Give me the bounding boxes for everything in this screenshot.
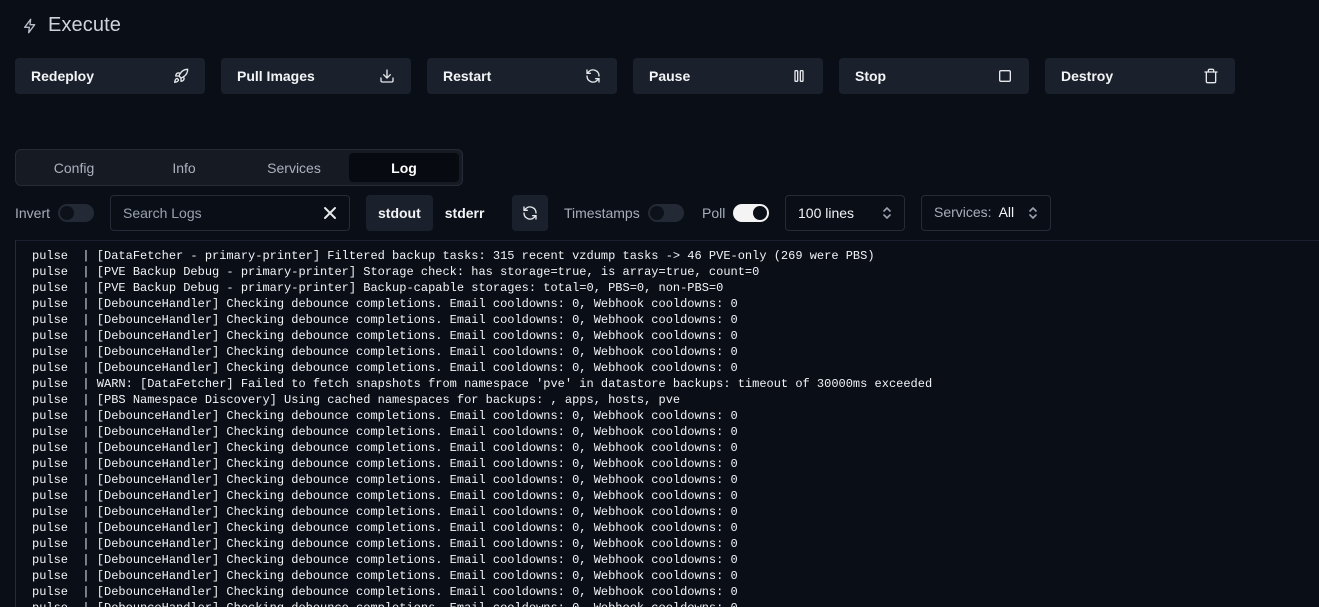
destroy-label: Destroy [1061, 68, 1114, 84]
pause-label: Pause [649, 68, 691, 84]
log-line: pulse | WARN: [DataFetcher] Failed to fe… [32, 377, 933, 391]
stop-button[interactable]: Stop [839, 58, 1029, 94]
restart-label: Restart [443, 68, 492, 84]
log-line: pulse | [DebounceHandler] Checking debou… [32, 569, 738, 583]
log-line: pulse | [DebounceHandler] Checking debou… [32, 505, 738, 519]
tab-info[interactable]: Info [129, 153, 239, 182]
log-line: pulse | [DebounceHandler] Checking debou… [32, 521, 738, 535]
log-line: pulse | [DebounceHandler] Checking debou… [32, 313, 738, 327]
refresh-logs-button[interactable] [512, 195, 548, 231]
services-select[interactable]: Services: All [921, 195, 1051, 231]
poll-control: Poll [702, 194, 770, 232]
clear-search-icon[interactable] [323, 206, 337, 220]
tab-bar: Config Info Services Log [15, 149, 463, 186]
services-value: All [998, 204, 1015, 220]
log-output: pulse | [DataFetcher - primary-printer] … [16, 241, 1319, 607]
log-line: pulse | [DebounceHandler] Checking debou… [32, 329, 738, 343]
log-line: pulse | [DebounceHandler] Checking debou… [32, 441, 738, 455]
log-line: pulse | [PVE Backup Debug - primary-prin… [32, 281, 724, 295]
download-icon [379, 68, 395, 84]
section-header: Execute [22, 14, 121, 37]
lines-control: 100 lines [785, 194, 905, 232]
pull-images-label: Pull Images [237, 68, 315, 84]
log-line: pulse | [DebounceHandler] Checking debou… [32, 345, 738, 359]
chevron-up-down-icon [1028, 207, 1038, 219]
chevron-up-down-icon [882, 207, 892, 219]
pause-icon [791, 68, 807, 84]
timestamps-toggle[interactable] [647, 204, 684, 222]
stderr-button[interactable]: stderr [433, 195, 497, 231]
log-line: pulse | [PBS Namespace Discovery] Using … [32, 393, 681, 407]
stream-selector: stdout stderr [366, 194, 496, 232]
log-line: pulse | [PVE Backup Debug - primary-prin… [32, 265, 760, 279]
page: Execute Redeploy Pull Images Restart Pau… [0, 0, 1319, 607]
refresh-control [512, 194, 548, 232]
refresh-icon [523, 206, 537, 220]
log-controls: Invert stdout stderr Timestamps [15, 194, 1315, 232]
invert-control: Invert [15, 194, 95, 232]
log-line: pulse | [DebounceHandler] Checking debou… [32, 361, 738, 375]
tab-log[interactable]: Log [349, 153, 459, 182]
toggle-knob [753, 206, 768, 220]
stop-label: Stop [855, 68, 887, 84]
trash-icon [1203, 68, 1219, 84]
log-line: pulse | [DebounceHandler] Checking debou… [32, 457, 738, 471]
action-toolbar: Redeploy Pull Images Restart Pause Stop [15, 58, 1235, 94]
services-label: Services: [934, 204, 992, 220]
log-line: pulse | [DebounceHandler] Checking debou… [32, 553, 738, 567]
search-input[interactable] [123, 205, 303, 221]
services-control: Services: All [921, 194, 1051, 232]
tab-config[interactable]: Config [19, 153, 129, 182]
timestamps-label: Timestamps [564, 205, 640, 221]
invert-label: Invert [15, 205, 51, 221]
log-line: pulse | [DebounceHandler] Checking debou… [32, 489, 738, 503]
restart-button[interactable]: Restart [427, 58, 617, 94]
poll-toggle[interactable] [733, 204, 770, 222]
log-line: pulse | [DebounceHandler] Checking debou… [32, 537, 738, 551]
log-line: pulse | [DebounceHandler] Checking debou… [32, 409, 738, 423]
rocket-icon [173, 68, 189, 84]
log-line: pulse | [DataFetcher - primary-printer] … [32, 249, 875, 263]
log-line: pulse | [DebounceHandler] Checking debou… [32, 585, 738, 599]
pull-images-button[interactable]: Pull Images [221, 58, 411, 94]
toggle-knob [649, 206, 664, 220]
poll-label: Poll [702, 205, 726, 221]
stdout-button[interactable]: stdout [366, 195, 433, 231]
pause-button[interactable]: Pause [633, 58, 823, 94]
redeploy-button[interactable]: Redeploy [15, 58, 205, 94]
square-icon [997, 68, 1013, 84]
log-line: pulse | [DebounceHandler] Checking debou… [32, 297, 738, 311]
log-line: pulse | [DebounceHandler] Checking debou… [32, 425, 738, 439]
lines-select[interactable]: 100 lines [785, 195, 905, 231]
lightning-icon [22, 18, 38, 34]
destroy-button[interactable]: Destroy [1045, 58, 1235, 94]
lines-value: 100 lines [798, 205, 855, 221]
log-panel: pulse | [DataFetcher - primary-printer] … [15, 240, 1319, 607]
services-display: Services: All [934, 204, 1014, 222]
refresh-icon [585, 68, 601, 84]
section-title: Execute [48, 14, 121, 36]
invert-toggle[interactable] [58, 204, 95, 222]
redeploy-label: Redeploy [31, 68, 95, 84]
toggle-knob [60, 206, 75, 220]
search-box [110, 195, 350, 231]
log-line: pulse | [DebounceHandler] Checking debou… [32, 600, 1319, 607]
log-line: pulse | [DebounceHandler] Checking debou… [32, 473, 738, 487]
tab-services[interactable]: Services [239, 153, 349, 182]
search-control [110, 194, 350, 232]
timestamps-control: Timestamps [564, 194, 684, 232]
